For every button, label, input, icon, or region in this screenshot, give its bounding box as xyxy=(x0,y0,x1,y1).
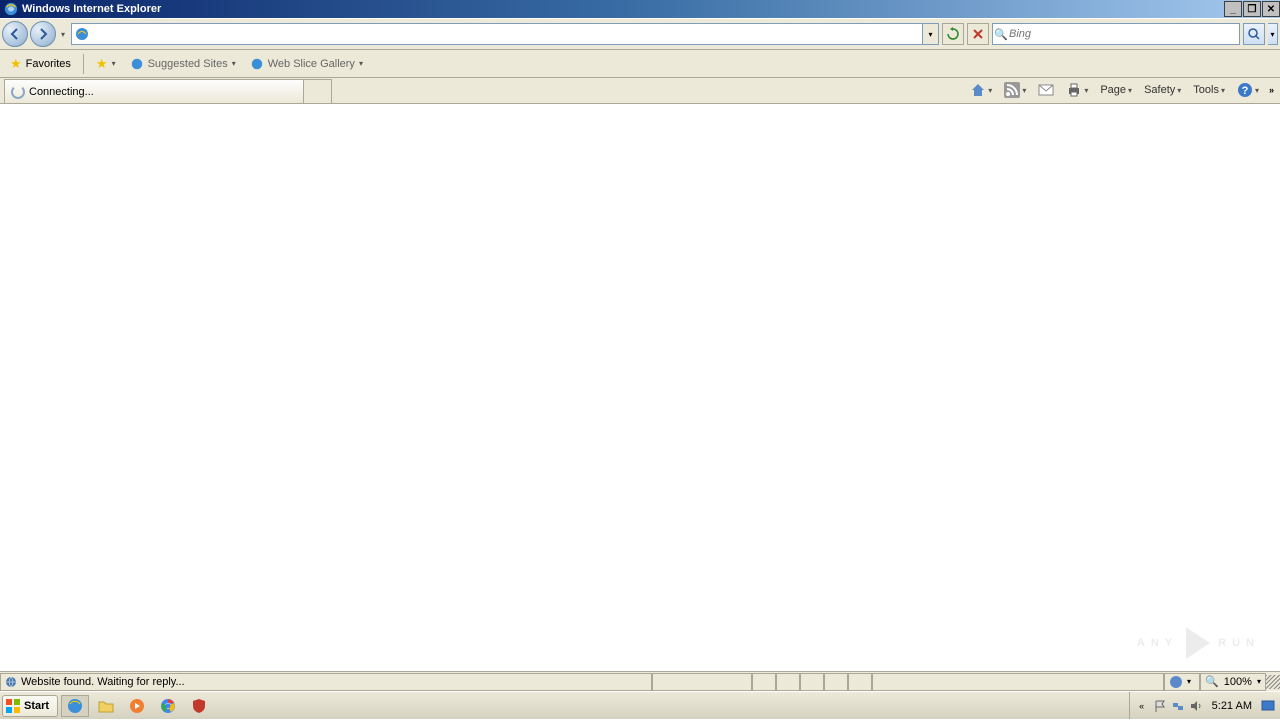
page-content: ANYRUN xyxy=(0,104,1280,671)
taskbar-clock[interactable]: 5:21 AM xyxy=(1206,700,1258,712)
status-bar: Website found. Waiting for reply... ▾ 🔍 … xyxy=(0,671,1280,691)
taskbar-ie[interactable] xyxy=(61,695,89,717)
ie-icon xyxy=(67,698,83,714)
tray-volume-icon[interactable] xyxy=(1188,698,1204,714)
feeds-button[interactable]: ▾ xyxy=(1000,80,1030,100)
refresh-button[interactable] xyxy=(942,23,964,45)
add-favorites-button[interactable]: ★ ▾ xyxy=(92,54,120,74)
zoom-level: 100% xyxy=(1224,676,1252,688)
status-pane-1 xyxy=(752,673,776,691)
tab-label: Connecting... xyxy=(29,86,94,98)
taskbar: Start « 5:21 AM xyxy=(0,691,1280,719)
status-pane-5 xyxy=(848,673,872,691)
address-input[interactable] xyxy=(92,24,922,44)
page-menu[interactable]: Page▾ xyxy=(1096,82,1136,98)
zoom-icon: 🔍 xyxy=(1205,675,1219,688)
status-pane-3 xyxy=(800,673,824,691)
nav-history-dropdown[interactable]: ▾ xyxy=(58,30,68,39)
globe-icon xyxy=(5,676,17,688)
web-slice-link[interactable]: Web Slice Gallery ▾ xyxy=(246,55,367,73)
resize-grip[interactable] xyxy=(1266,675,1280,689)
progress-pane xyxy=(652,673,752,691)
loading-spinner-icon xyxy=(11,85,25,99)
tab-bar: Connecting... ▾ ▾ ▾ Page▾ Safety▾ Tools▾… xyxy=(0,78,1280,104)
favorites-label: Favorites xyxy=(26,58,71,70)
ie-icon xyxy=(4,2,18,16)
print-button[interactable]: ▾ xyxy=(1062,80,1092,100)
taskbar-app[interactable] xyxy=(185,695,213,717)
print-icon xyxy=(1066,82,1082,98)
watermark: ANYRUN xyxy=(1137,627,1260,659)
suggested-sites-label: Suggested Sites xyxy=(148,58,228,70)
new-tab-button[interactable] xyxy=(304,79,332,103)
status-pane-2 xyxy=(776,673,800,691)
taskbar-chrome[interactable] xyxy=(154,695,182,717)
tray-flag-icon[interactable] xyxy=(1152,698,1168,714)
divider xyxy=(83,54,84,74)
zone-icon xyxy=(1169,675,1183,689)
address-bar[interactable]: ▾ xyxy=(71,23,939,45)
window-title: Windows Internet Explorer xyxy=(22,3,1223,15)
back-button[interactable] xyxy=(2,21,28,47)
favorites-button[interactable]: ★ Favorites xyxy=(6,54,75,74)
close-button[interactable]: ✕ xyxy=(1262,1,1280,17)
favorites-bar: ★ Favorites ★ ▾ Suggested Sites ▾ Web Sl… xyxy=(0,50,1280,78)
status-pane-4 xyxy=(824,673,848,691)
window-titlebar: Windows Internet Explorer _ ❐ ✕ xyxy=(0,0,1280,18)
search-input[interactable] xyxy=(1009,28,1239,40)
search-go-button[interactable] xyxy=(1243,23,1265,45)
page-icon xyxy=(74,26,90,42)
search-dropdown[interactable]: ▾ xyxy=(1268,23,1278,45)
browser-tab[interactable]: Connecting... xyxy=(4,79,304,103)
home-button[interactable]: ▾ xyxy=(966,80,996,100)
system-tray: « 5:21 AM xyxy=(1129,692,1280,719)
tray-desktop-icon[interactable] xyxy=(1260,698,1276,714)
taskbar-media[interactable] xyxy=(123,695,151,717)
home-icon xyxy=(970,82,986,98)
security-pane xyxy=(872,673,1164,691)
star-icon: ★ xyxy=(10,56,22,72)
command-bar: ▾ ▾ ▾ Page▾ Safety▾ Tools▾ ?▾ » xyxy=(966,80,1276,100)
zone-pane[interactable]: ▾ xyxy=(1164,673,1200,691)
help-button[interactable]: ?▾ xyxy=(1233,80,1263,100)
forward-button[interactable] xyxy=(30,21,56,47)
tray-expand[interactable]: « xyxy=(1134,698,1150,714)
folder-icon xyxy=(98,698,114,714)
web-slice-label: Web Slice Gallery xyxy=(268,58,355,70)
mail-icon xyxy=(1038,83,1054,97)
stop-button[interactable] xyxy=(967,23,989,45)
shield-icon xyxy=(191,698,207,714)
media-icon xyxy=(129,698,145,714)
search-box[interactable]: 🔍 xyxy=(992,23,1240,45)
navigation-toolbar: ▾ ▾ 🔍 ▾ xyxy=(0,18,1280,50)
taskbar-explorer[interactable] xyxy=(92,695,120,717)
start-label: Start xyxy=(24,700,49,712)
rss-icon xyxy=(1004,82,1020,98)
suggested-sites-link[interactable]: Suggested Sites ▾ xyxy=(126,55,240,73)
safety-menu[interactable]: Safety▾ xyxy=(1140,82,1185,98)
help-icon: ? xyxy=(1237,82,1253,98)
start-button[interactable]: Start xyxy=(2,695,58,717)
search-icon: 🔍 xyxy=(993,28,1009,41)
svg-text:?: ? xyxy=(1242,85,1249,97)
status-text-pane: Website found. Waiting for reply... xyxy=(0,673,652,691)
status-text: Website found. Waiting for reply... xyxy=(21,676,185,688)
tray-network-icon[interactable] xyxy=(1170,698,1186,714)
page-icon xyxy=(250,57,264,71)
windows-logo-icon xyxy=(5,698,21,714)
chrome-icon xyxy=(160,698,176,714)
page-icon xyxy=(130,57,144,71)
zoom-pane[interactable]: 🔍 100% ▾ xyxy=(1200,673,1266,691)
star-add-icon: ★ xyxy=(96,56,108,72)
command-overflow[interactable]: » xyxy=(1267,85,1276,95)
tools-menu[interactable]: Tools▾ xyxy=(1189,82,1229,98)
minimize-button[interactable]: _ xyxy=(1224,1,1242,17)
address-dropdown[interactable]: ▾ xyxy=(922,24,938,44)
maximize-button[interactable]: ❐ xyxy=(1243,1,1261,17)
read-mail-button[interactable] xyxy=(1034,81,1058,99)
